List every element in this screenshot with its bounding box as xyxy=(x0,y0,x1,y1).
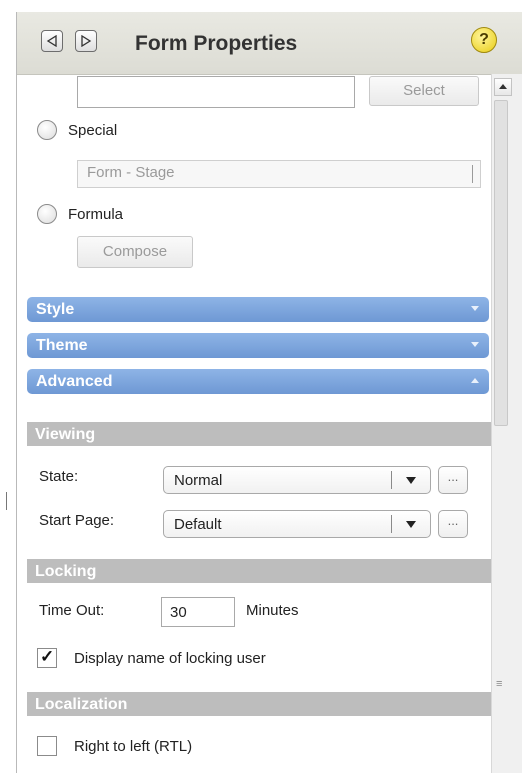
rtl-label: Right to left (RTL) xyxy=(74,738,193,755)
select-button[interactable]: Select xyxy=(369,76,479,106)
back-arrow-icon xyxy=(46,35,57,47)
state-select[interactable]: Normal xyxy=(163,466,431,494)
scrollbar-thumb[interactable] xyxy=(494,100,508,426)
timeout-label: Time Out: xyxy=(39,602,105,619)
grip-icon: ≡ xyxy=(496,678,503,690)
chevron-up-icon xyxy=(471,378,479,383)
chevron-down-icon xyxy=(471,342,479,347)
advanced-section-title: Advanced xyxy=(36,373,113,390)
dropdown-arrow-icon xyxy=(406,477,416,484)
special-field[interactable]: Form - Stage xyxy=(77,160,481,188)
checkmark-icon: ✓ xyxy=(40,647,55,666)
start-page-value: Default xyxy=(174,516,222,533)
timeout-input[interactable] xyxy=(161,597,235,627)
timeout-unit: Minutes xyxy=(246,602,299,619)
form-properties-panel: Form Properties ? ≡ Select Special Form … xyxy=(16,12,522,773)
theme-section-header[interactable]: Theme xyxy=(27,333,489,358)
panel-header: Form Properties ? xyxy=(17,12,522,75)
compose-button[interactable]: Compose xyxy=(77,236,193,268)
rtl-checkbox[interactable] xyxy=(37,736,57,756)
select-divider xyxy=(391,471,392,489)
style-section-title: Style xyxy=(36,301,75,318)
locking-section: Locking xyxy=(27,559,491,583)
panel-title: Form Properties xyxy=(135,32,298,55)
source-input[interactable] xyxy=(77,76,355,108)
splitter-handle[interactable] xyxy=(6,492,7,510)
formula-radio[interactable] xyxy=(37,204,57,224)
forward-button[interactable] xyxy=(75,30,97,52)
start-page-label: Start Page: xyxy=(39,512,115,529)
state-value: Normal xyxy=(174,472,223,489)
state-more-button[interactable]: ... xyxy=(438,466,468,494)
display-name-checkbox[interactable]: ✓ xyxy=(37,647,57,668)
start-page-more-button[interactable]: ... xyxy=(438,510,468,538)
field-divider xyxy=(472,165,473,183)
display-name-label: Display name of locking user xyxy=(74,650,266,667)
back-button[interactable] xyxy=(41,30,63,52)
dropdown-arrow-icon xyxy=(406,521,416,528)
theme-section-title: Theme xyxy=(36,337,88,354)
viewing-section: Viewing xyxy=(27,422,491,446)
chevron-down-icon xyxy=(471,306,479,311)
special-radio[interactable] xyxy=(37,120,57,140)
localization-section: Localization xyxy=(27,692,491,716)
state-label: State: xyxy=(39,468,79,485)
style-section-header[interactable]: Style xyxy=(27,297,489,322)
help-icon[interactable]: ? xyxy=(471,27,497,53)
special-value: Form - Stage xyxy=(87,164,175,181)
special-label: Special xyxy=(68,122,118,139)
advanced-section-header[interactable]: Advanced xyxy=(27,369,489,394)
forward-arrow-icon xyxy=(81,35,92,47)
formula-label: Formula xyxy=(68,206,124,223)
start-page-select[interactable]: Default xyxy=(163,510,431,538)
scroll-up-arrow-icon[interactable] xyxy=(494,78,512,96)
select-divider xyxy=(391,515,392,533)
